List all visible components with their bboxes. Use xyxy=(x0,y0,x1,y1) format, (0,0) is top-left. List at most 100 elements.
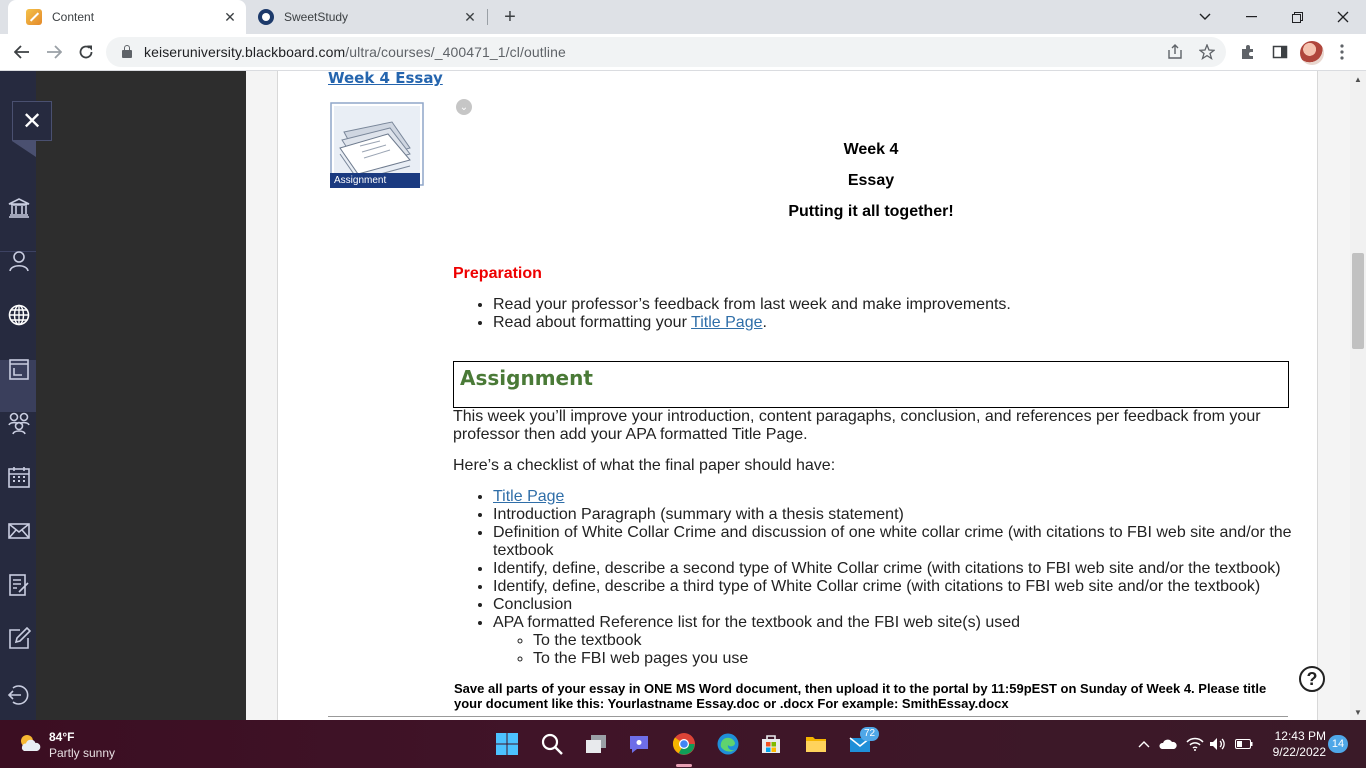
heading-essay: Essay xyxy=(847,172,895,189)
clock-time[interactable]: 12:43 PM xyxy=(1264,729,1326,743)
microsoft-store-icon[interactable] xyxy=(755,728,787,760)
back-button[interactable] xyxy=(8,38,36,66)
scroll-down-arrow-icon[interactable]: ▼ xyxy=(1350,704,1366,720)
list-item: Title Page xyxy=(493,488,1293,506)
close-panel-tab-flag xyxy=(12,141,36,157)
browser-tab-bar: Content ✕ SweetStudy ✕ + xyxy=(0,0,1366,34)
mail-unread-badge: 72 xyxy=(860,727,880,741)
preparation-list: Read your professor’s feedback from last… xyxy=(493,296,1011,332)
share-icon[interactable] xyxy=(1166,43,1184,61)
tab-title: SweetStudy xyxy=(284,10,349,24)
chrome-icon[interactable] xyxy=(668,728,700,760)
tools-edit-icon[interactable] xyxy=(6,626,32,652)
tab-search-chevron-icon[interactable] xyxy=(1182,0,1228,34)
list-item: APA formatted Reference list for the tex… xyxy=(493,614,1293,668)
weather-temperature[interactable]: 84°F xyxy=(49,730,74,744)
grades-icon[interactable] xyxy=(6,572,32,598)
list-item: To the FBI web pages you use xyxy=(533,650,1293,668)
scrollbar-thumb[interactable] xyxy=(1352,253,1364,349)
close-panel-button[interactable]: ✕ xyxy=(12,101,52,141)
messages-envelope-icon[interactable] xyxy=(6,518,32,544)
reload-button[interactable] xyxy=(72,38,100,66)
close-window-button[interactable] xyxy=(1320,0,1366,34)
list-item: To the textbook xyxy=(533,632,1293,650)
checklist: Title Page Introduction Paragraph (summa… xyxy=(493,488,1293,668)
teams-chat-icon[interactable] xyxy=(623,728,655,760)
bookmark-star-icon[interactable] xyxy=(1198,43,1216,61)
tab-close-icon[interactable]: ✕ xyxy=(460,7,480,27)
list-item: Identify, define, describe a third type … xyxy=(493,578,1293,596)
blackboard-favicon-icon xyxy=(26,9,42,25)
tab-title: Content xyxy=(52,10,95,24)
onedrive-cloud-icon[interactable] xyxy=(1159,735,1177,753)
tab-content[interactable]: Content ✕ xyxy=(8,0,246,34)
new-tab-button[interactable]: + xyxy=(498,5,522,29)
side-panel-icon[interactable] xyxy=(1270,42,1290,62)
show-hidden-icons-chevron-icon[interactable] xyxy=(1135,735,1153,753)
lock-icon[interactable] xyxy=(122,45,132,58)
search-icon[interactable] xyxy=(536,728,568,760)
assignment-heading-box: Assignment xyxy=(453,361,1289,408)
sweetstudy-favicon-icon xyxy=(258,9,274,25)
checklist-intro: Here’s a checklist of what the final pap… xyxy=(453,457,836,474)
organizations-icon[interactable] xyxy=(6,356,32,382)
assignment-icon-label: Assignment xyxy=(330,173,420,188)
file-explorer-icon[interactable] xyxy=(800,728,832,760)
weather-description[interactable]: Partly sunny xyxy=(49,746,115,760)
volume-icon[interactable] xyxy=(1209,735,1227,753)
page-scrollbar[interactable]: ▲ ▼ xyxy=(1350,71,1366,720)
overlay-backdrop xyxy=(36,71,246,720)
list-item: Introduction Paragraph (summary with a t… xyxy=(493,506,1293,524)
list-item: Conclusion xyxy=(493,596,1293,614)
address-bar[interactable]: keiseruniversity.blackboard.com/ultra/co… xyxy=(106,37,1226,67)
extensions-puzzle-icon[interactable] xyxy=(1238,42,1258,62)
title-page-link[interactable]: Title Page xyxy=(691,314,762,331)
item-options-chevron-icon[interactable]: ⌄ xyxy=(456,99,472,115)
title-page-link[interactable]: Title Page xyxy=(493,488,564,505)
item-title-link[interactable]: Week 4 Essay xyxy=(328,71,443,87)
courses-globe-icon[interactable] xyxy=(6,302,32,328)
forward-button[interactable] xyxy=(40,38,68,66)
battery-icon[interactable] xyxy=(1235,735,1253,753)
blackboard-nav-rail xyxy=(0,71,36,720)
list-item: Definition of White Collar Crime and dis… xyxy=(493,524,1293,560)
profile-avatar[interactable] xyxy=(1300,41,1324,65)
wifi-icon[interactable] xyxy=(1186,735,1204,753)
assignment-icon[interactable]: Assignment xyxy=(330,102,426,188)
list-item: Read about formatting your Title Page. xyxy=(493,314,1011,332)
list-item: Identify, define, describe a second type… xyxy=(493,560,1293,578)
calendar-icon[interactable] xyxy=(6,464,32,490)
active-app-indicator xyxy=(676,764,692,767)
submission-note: Save all parts of your essay in ONE MS W… xyxy=(454,681,1267,711)
url-text: keiseruniversity.blackboard.com/ultra/co… xyxy=(144,44,566,60)
tab-separator xyxy=(487,9,488,25)
heading-subtitle: Putting it all together! xyxy=(788,203,954,220)
task-view-icon[interactable] xyxy=(580,728,612,760)
clock-date[interactable]: 9/22/2022 xyxy=(1264,745,1326,759)
notification-badge[interactable]: 14 xyxy=(1328,735,1348,753)
browser-toolbar: keiseruniversity.blackboard.com/ultra/co… xyxy=(0,34,1366,71)
content-divider xyxy=(328,716,1288,717)
institution-icon[interactable] xyxy=(6,195,32,221)
assignment-heading: Assignment xyxy=(460,366,593,390)
tab-sweetstudy[interactable]: SweetStudy ✕ xyxy=(246,0,486,34)
assignment-intro: This week you’ll improve your introducti… xyxy=(453,408,1261,443)
sign-out-icon[interactable] xyxy=(6,682,32,708)
edge-icon[interactable] xyxy=(712,728,744,760)
restore-button[interactable] xyxy=(1274,0,1320,34)
partly-sunny-icon[interactable] xyxy=(18,733,42,753)
windows-taskbar: 84°F Partly sunny 72 12:43 PM 9/22/2022 … xyxy=(0,720,1366,768)
heading-week: Week 4 xyxy=(843,141,899,158)
list-item: Read your professor’s feedback from last… xyxy=(493,296,1011,314)
tab-close-icon[interactable]: ✕ xyxy=(220,7,240,27)
help-button[interactable]: ? xyxy=(1299,666,1325,692)
minimize-button[interactable] xyxy=(1228,0,1274,34)
profile-icon[interactable] xyxy=(6,248,32,274)
chrome-menu-icon[interactable] xyxy=(1332,42,1352,62)
content-panel: Week 4 Essay Assignment ⌄ Week 4 Essay P… xyxy=(277,71,1318,720)
preparation-heading: Preparation xyxy=(453,265,542,282)
start-windows-icon[interactable] xyxy=(491,728,523,760)
reference-sublist: To the textbook To the FBI web pages you… xyxy=(533,632,1293,668)
groups-icon[interactable] xyxy=(6,410,32,436)
scroll-up-arrow-icon[interactable]: ▲ xyxy=(1350,71,1366,87)
